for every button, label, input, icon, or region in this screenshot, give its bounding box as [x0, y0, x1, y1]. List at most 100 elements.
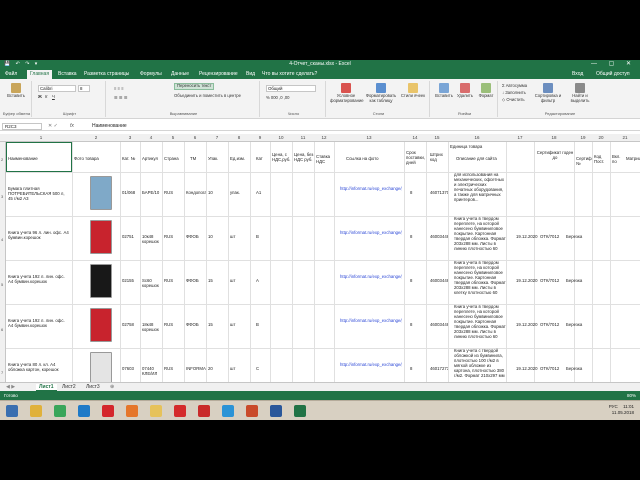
- column-header[interactable]: 20: [592, 135, 610, 140]
- column-header[interactable]: 15: [426, 135, 448, 140]
- table-cell[interactable]: Березка: [566, 278, 590, 283]
- table-cell[interactable]: А1: [256, 190, 270, 195]
- table-cell[interactable]: 07603: [122, 366, 140, 371]
- name-box[interactable]: R2C3: [2, 123, 42, 130]
- table-cell[interactable]: 20: [208, 366, 228, 371]
- font-name-select[interactable]: Calibri: [38, 85, 76, 92]
- table-cell[interactable]: шт: [230, 278, 250, 283]
- photo-link[interactable]: http://informat.ru/exp_exchange/photo/Ma…: [340, 318, 402, 323]
- table-cell[interactable]: RUS: [164, 190, 184, 195]
- column-header[interactable]: 16: [448, 135, 506, 140]
- sign-in-link[interactable]: Вход: [572, 71, 583, 77]
- table-cell[interactable]: RUS: [164, 278, 184, 283]
- word-icon[interactable]: [270, 405, 282, 417]
- header-cell[interactable]: Упак.: [208, 156, 228, 161]
- bold-button[interactable]: Ж: [38, 94, 42, 100]
- header-cell[interactable]: Сертификат №: [576, 156, 592, 166]
- table-cell[interactable]: 8: [410, 366, 424, 371]
- pdf-icon[interactable]: [198, 405, 210, 417]
- row-header[interactable]: 6: [1, 327, 3, 332]
- table-cell[interactable]: шт: [230, 366, 250, 371]
- table-cell[interactable]: В: [256, 234, 270, 239]
- table-cell[interactable]: ФФОБ: [186, 322, 206, 327]
- column-header[interactable]: 3: [120, 135, 140, 140]
- column-header[interactable]: 10: [270, 135, 292, 140]
- align-top-icon[interactable]: ≡ ≡ ≡: [114, 86, 124, 92]
- table-cell[interactable]: Книга учета в твердом переплете, на кото…: [454, 260, 506, 295]
- header-cell[interactable]: Кат: [256, 156, 270, 161]
- header-cell[interactable]: Вкл. по: [612, 154, 626, 164]
- header-cell[interactable]: Наименование: [8, 156, 70, 161]
- find-select-button[interactable]: Найти и выделить: [566, 83, 594, 103]
- column-header[interactable]: 18: [534, 135, 574, 140]
- sheet-tab-3[interactable]: Лист3: [86, 384, 100, 390]
- insert-cells-button[interactable]: Вставить: [434, 83, 454, 99]
- underline-button[interactable]: Ч: [52, 94, 55, 100]
- font-size-select[interactable]: 8: [78, 85, 90, 92]
- format-as-table-button[interactable]: Форматировать как таблицу: [364, 83, 398, 103]
- product-image[interactable]: [90, 264, 112, 298]
- formula-bar-buttons[interactable]: ✕ ✓: [48, 123, 58, 129]
- number-format-select[interactable]: Общий: [266, 85, 316, 92]
- opera-icon[interactable]: [102, 405, 114, 417]
- table-cell[interactable]: 01/068: [122, 190, 140, 195]
- table-cell[interactable]: Березка: [566, 322, 590, 327]
- sheet-tab-1[interactable]: Лист1: [36, 384, 57, 391]
- table-cell[interactable]: Бумага плитная ПОТРЕБИТЕЛЬСКАЯ 500 л, 45…: [8, 186, 70, 201]
- sheet-nav-arrows[interactable]: ◀ ▶: [6, 384, 15, 390]
- header-cell[interactable]: ТМ: [190, 156, 206, 161]
- table-cell[interactable]: упак.: [230, 190, 250, 195]
- column-header[interactable]: 19: [574, 135, 592, 140]
- table-cell[interactable]: Книга учета с твердой обложкой из бумвин…: [454, 348, 506, 378]
- merge-center-button[interactable]: Объединить и поместить в центре: [174, 93, 241, 99]
- clock-time[interactable]: 11:01: [623, 404, 634, 409]
- table-cell[interactable]: Книга учета 96 л. лин. офс. А4 бумвин.ко…: [8, 230, 70, 240]
- window-controls[interactable]: — ▢ ✕: [591, 60, 636, 67]
- table-cell[interactable]: Книга учета 80 л. кл. А4 обложка картон,…: [8, 362, 70, 372]
- language-indicator[interactable]: РУС: [609, 404, 618, 409]
- photo-link[interactable]: http://informat.ru/exp_exchange/photo/Ma…: [340, 186, 402, 191]
- product-image[interactable]: [90, 220, 112, 254]
- product-image[interactable]: [90, 176, 112, 210]
- header-cell[interactable]: Единица товара: [450, 144, 506, 149]
- column-header[interactable]: 6: [184, 135, 206, 140]
- table-cell[interactable]: БАРЕ/10: [142, 190, 162, 195]
- tab-data[interactable]: Данные: [171, 71, 189, 77]
- add-sheet-icon[interactable]: ⊕: [110, 384, 114, 390]
- table-cell[interactable]: ФФОБ: [186, 234, 206, 239]
- table-cell[interactable]: Березка: [566, 234, 590, 239]
- table-cell[interactable]: RUS: [164, 366, 184, 371]
- table-cell[interactable]: Книга учета 192 л. лин. офс. А4 бумвин.к…: [8, 318, 70, 328]
- wrap-text-button[interactable]: Переносить текст: [174, 83, 215, 90]
- column-header[interactable]: 8: [228, 135, 250, 140]
- sort-filter-button[interactable]: Сортировка и фильтр: [532, 83, 564, 103]
- file-manager-icon[interactable]: [30, 405, 42, 417]
- yandex-icon[interactable]: [174, 405, 186, 417]
- table-cell[interactable]: для использования на механических, офсет…: [454, 172, 506, 202]
- cell-styles-button[interactable]: Стили ячеек: [400, 83, 426, 99]
- table-cell[interactable]: А: [256, 278, 270, 283]
- zoom-level[interactable]: 80%: [627, 393, 636, 398]
- folder-icon[interactable]: [150, 405, 162, 417]
- sheet-grid[interactable]: Наименование Фото товара Кат. № Артикул …: [6, 142, 640, 382]
- header-cell[interactable]: Ед.изм.: [230, 156, 250, 161]
- table-cell[interactable]: 10: [208, 234, 228, 239]
- tab-home[interactable]: Главная: [27, 70, 53, 79]
- column-header[interactable]: 12: [314, 135, 334, 140]
- column-header[interactable]: 9: [250, 135, 270, 140]
- table-cell[interactable]: 07440 КЛЕ/ИЛ: [142, 366, 162, 376]
- excel-icon[interactable]: [294, 405, 306, 417]
- header-cell[interactable]: Срок поставки, дней: [406, 150, 426, 165]
- table-cell[interactable]: 460034482: [430, 278, 448, 283]
- media-icon[interactable]: [246, 405, 258, 417]
- column-header[interactable]: 5: [162, 135, 184, 140]
- align-left-icon[interactable]: ☰ ☰ ☰: [114, 95, 128, 101]
- format-cells-button[interactable]: Формат: [476, 83, 496, 99]
- table-cell[interactable]: Книга учета 192 л. лин. офс. А4 бумвин.к…: [8, 274, 70, 284]
- table-cell[interactable]: 02758: [122, 322, 140, 327]
- column-header[interactable]: 17: [506, 135, 534, 140]
- chrome-icon[interactable]: [54, 405, 66, 417]
- clear-button[interactable]: ◇ Очистить: [502, 97, 525, 103]
- row-header[interactable]: 4: [1, 237, 3, 242]
- table-cell[interactable]: 460034485: [430, 322, 448, 327]
